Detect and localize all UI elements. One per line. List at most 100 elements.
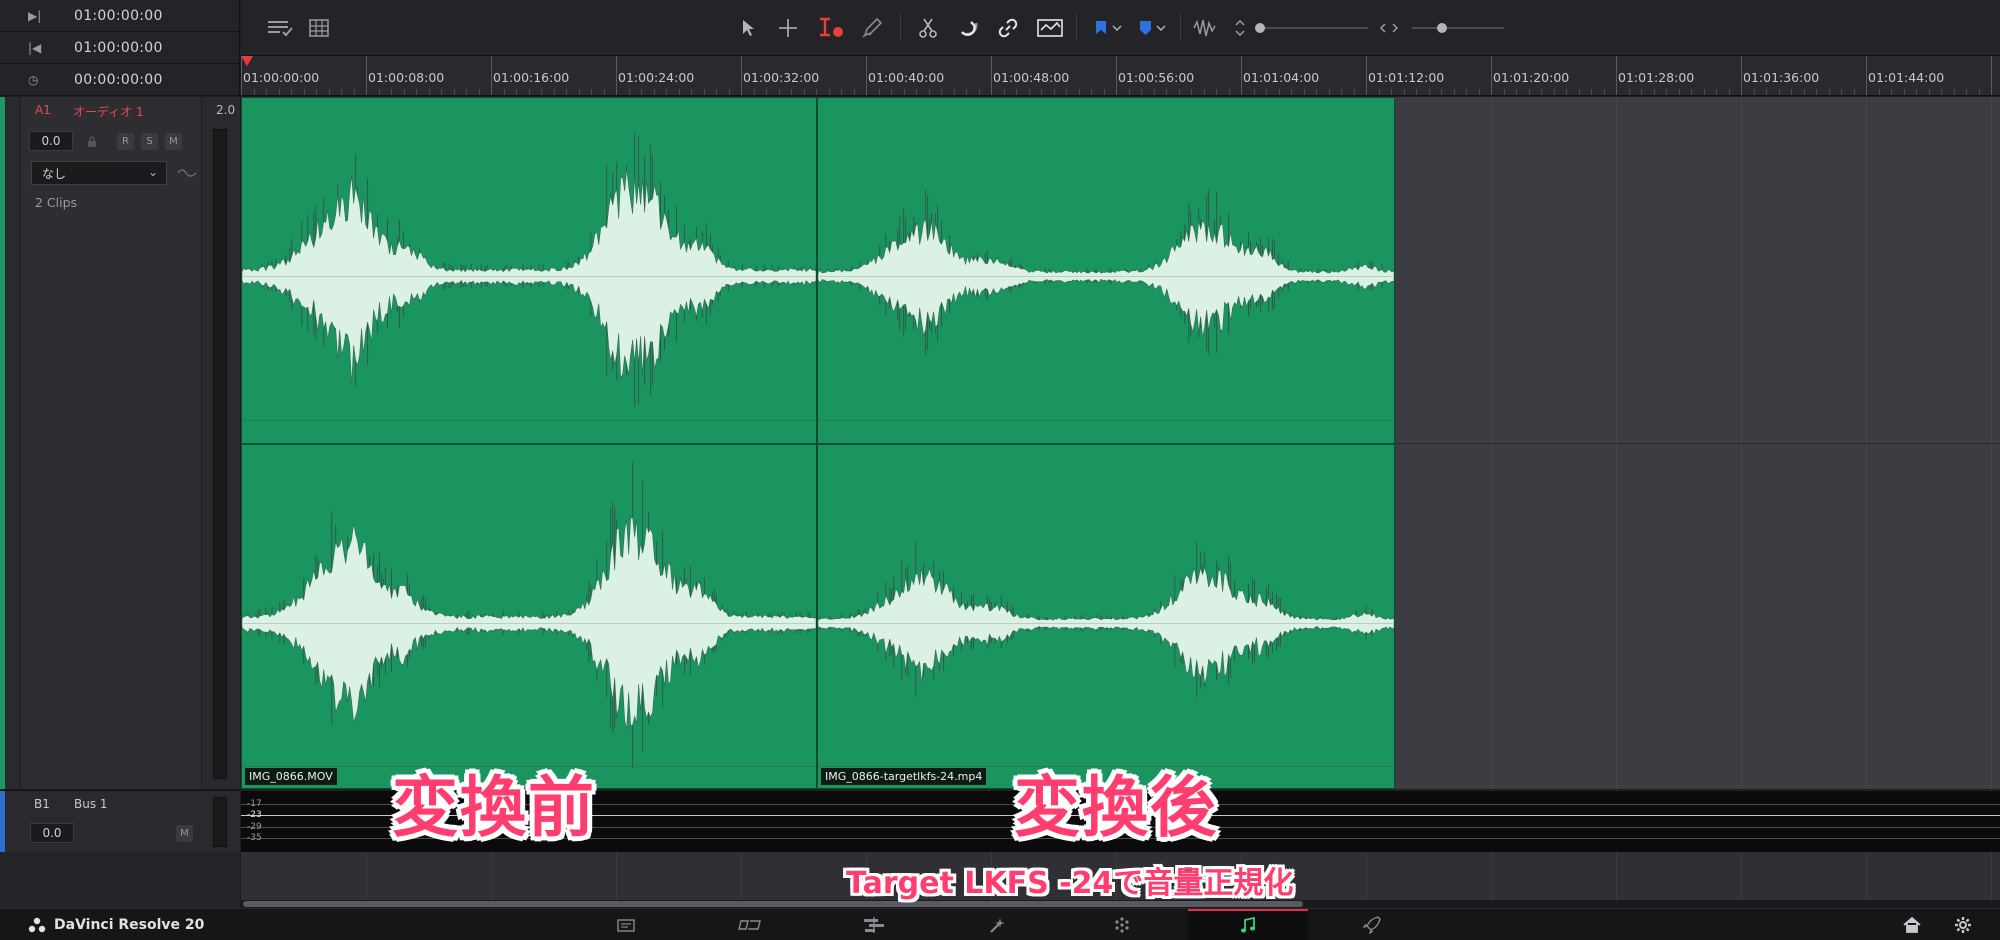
ruler-timecode-label: 01:01:20:00 — [1493, 70, 1570, 85]
ruler-minor-tick — [1641, 89, 1642, 95]
audio-clip[interactable]: IMG_0866-targetlkfs-24.mp4 — [817, 97, 1395, 789]
ruler-minor-tick — [1728, 89, 1730, 95]
ruler-minor-tick — [1603, 89, 1605, 95]
ruler-minor-tick — [1178, 89, 1180, 95]
ruler-minor-tick — [1041, 89, 1042, 95]
track-volume-field[interactable]: 0.0 — [29, 131, 73, 151]
timecode-row-out[interactable]: |◀ 01:00:00:00 — [0, 32, 240, 64]
audio-clip[interactable]: IMG_0866.MOV — [241, 97, 817, 789]
snapping-magnet-icon[interactable] — [954, 14, 982, 42]
tab-fusion[interactable] — [938, 909, 1058, 940]
ruler-minor-tick — [278, 89, 280, 95]
automation-icon[interactable] — [1034, 14, 1066, 42]
ruler-minor-tick — [1791, 89, 1792, 95]
ruler-timecode-label: 01:01:04:00 — [1243, 70, 1320, 85]
timecode-row-in[interactable]: ▶| 01:00:00:00 — [0, 0, 240, 32]
ruler-minor-tick — [1541, 89, 1542, 95]
ruler-minor-tick — [578, 89, 580, 95]
bus-color-stripe — [0, 791, 5, 853]
timecode-row-duration[interactable]: ◷ 00:00:00:00 — [0, 64, 240, 96]
bus-meter-label: -17 — [247, 799, 262, 809]
waveform-zoom-icon[interactable] — [1190, 14, 1222, 42]
track-effect-dropdown[interactable]: なし ⌄ — [31, 161, 167, 185]
range-selection-tool-icon[interactable] — [814, 14, 848, 42]
horizontal-zoom-slider[interactable] — [1408, 14, 1508, 42]
ruler-minor-tick — [1228, 89, 1230, 95]
mute-button[interactable]: M — [165, 133, 182, 150]
lock-icon[interactable] — [83, 133, 100, 150]
waveform-toggle-icon[interactable] — [177, 165, 197, 184]
tab-deliver[interactable] — [1312, 909, 1432, 940]
ruler-major-tick — [241, 56, 242, 95]
ruler-major-tick — [1491, 56, 1492, 95]
ruler-minor-tick — [328, 89, 330, 95]
ruler-minor-tick — [1453, 89, 1455, 95]
bus-name[interactable]: Bus 1 — [74, 797, 108, 811]
razor-cut-icon[interactable] — [914, 14, 942, 42]
tab-color[interactable] — [1062, 909, 1182, 940]
solo-button[interactable]: S — [141, 133, 158, 150]
timecode-panel: ▶| 01:00:00:00 |◀ 01:00:00:00 ◷ 00:00:00… — [0, 0, 240, 96]
chevron-down-icon: ⌄ — [147, 165, 158, 179]
tab-cut[interactable] — [690, 909, 810, 940]
ruler-minor-tick — [1466, 89, 1467, 95]
ruler-minor-tick — [453, 89, 455, 95]
ruler-minor-tick — [391, 89, 392, 95]
vertical-zoom-slider[interactable] — [1254, 14, 1374, 42]
tab-edit[interactable] — [814, 909, 934, 940]
ruler-minor-tick — [966, 89, 967, 95]
ruler-minor-tick — [941, 89, 942, 95]
edit-toolbar — [241, 0, 2000, 56]
track-color-stripe — [0, 97, 5, 789]
ruler-minor-tick — [753, 89, 755, 95]
ruler-minor-tick — [878, 89, 880, 95]
home-icon[interactable] — [1902, 915, 1922, 935]
ruler-major-tick — [1241, 56, 1242, 95]
timecode-value: 00:00:00:00 — [74, 71, 163, 88]
ruler-minor-tick — [1316, 89, 1317, 95]
ruler-major-tick — [741, 56, 742, 95]
grid-view-icon[interactable] — [305, 14, 333, 42]
track-name[interactable]: オーディオ 1 — [73, 103, 144, 120]
ruler-minor-tick — [1978, 89, 1980, 95]
ruler-minor-tick — [1403, 89, 1405, 95]
tab-fairlight[interactable] — [1188, 909, 1308, 940]
ruler-minor-tick — [1578, 89, 1580, 95]
track-effect-value: なし — [42, 166, 67, 181]
tab-media[interactable] — [566, 909, 686, 940]
playhead-marker[interactable] — [241, 56, 253, 66]
vertical-zoom-icon[interactable] — [1230, 14, 1250, 42]
bus-meter-label: -35 — [247, 833, 262, 843]
ruler-timecode-label: 01:01:44:00 — [1868, 70, 1945, 85]
ruler-minor-tick — [378, 89, 380, 95]
record-arm-button[interactable]: R — [117, 133, 134, 150]
ruler-minor-tick — [1803, 89, 1805, 95]
flag-marker-dropdown[interactable] — [1090, 14, 1126, 42]
track-level-meter — [213, 129, 227, 779]
gear-icon[interactable] — [1953, 915, 1973, 935]
ruler-minor-tick — [1566, 89, 1567, 95]
horizontal-zoom-icon[interactable] — [1376, 14, 1402, 42]
ruler-minor-tick — [841, 89, 842, 95]
ruler-major-tick — [1366, 56, 1367, 95]
timeline-track-area[interactable]: IMG_0866.MOV IMG_0866-targetlkfs-24.mp4 — [241, 97, 2000, 789]
bus-volume-field[interactable]: 0.0 — [30, 823, 74, 843]
ruler-major-tick — [366, 56, 367, 95]
pointer-tool-icon[interactable] — [734, 14, 762, 42]
marker-dropdown[interactable] — [1134, 14, 1170, 42]
ruler-minor-tick — [778, 89, 780, 95]
page-navigation-bar: DaVinci Resolve 20 — [0, 908, 2000, 940]
track-options-icon[interactable] — [265, 14, 297, 42]
cut-page-icon — [738, 920, 761, 930]
ruler-minor-tick — [828, 89, 830, 95]
ruler-major-tick — [1866, 56, 1867, 95]
ruler-minor-tick — [1853, 89, 1855, 95]
link-icon[interactable] — [994, 14, 1022, 42]
pencil-tool-icon[interactable] — [858, 14, 886, 42]
bus-mute-button[interactable]: M — [176, 825, 193, 842]
timeline-ruler[interactable]: 01:00:00:00 01:00:08:00 01:00:16:00 01:00:2… — [241, 56, 2000, 96]
crosshair-tool-icon[interactable] — [774, 14, 802, 42]
ruler-minor-tick — [1666, 89, 1667, 95]
edit-page-icon — [864, 917, 884, 933]
ruler-minor-tick — [853, 89, 855, 95]
